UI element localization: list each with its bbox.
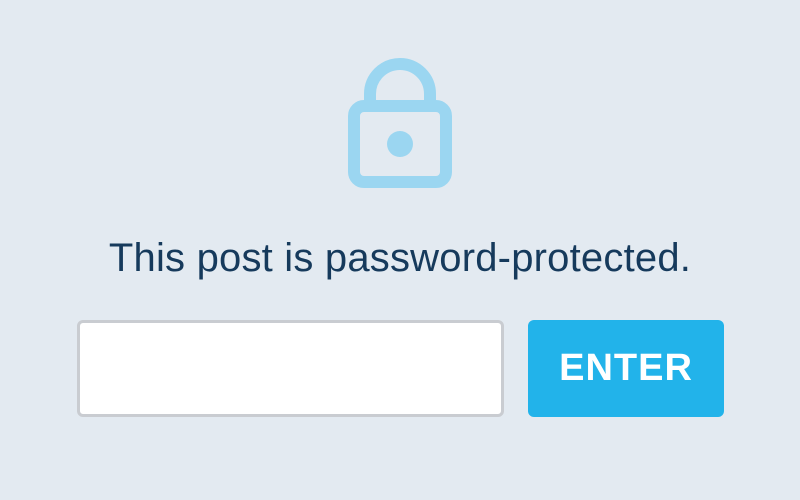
password-input[interactable] xyxy=(77,320,504,417)
password-protected-page: This post is password-protected. ENTER xyxy=(0,0,800,500)
password-protected-message: This post is password-protected. xyxy=(108,236,692,280)
enter-button[interactable]: ENTER xyxy=(528,320,724,417)
lock-keyhole xyxy=(387,131,413,157)
lock-icon xyxy=(348,58,452,188)
